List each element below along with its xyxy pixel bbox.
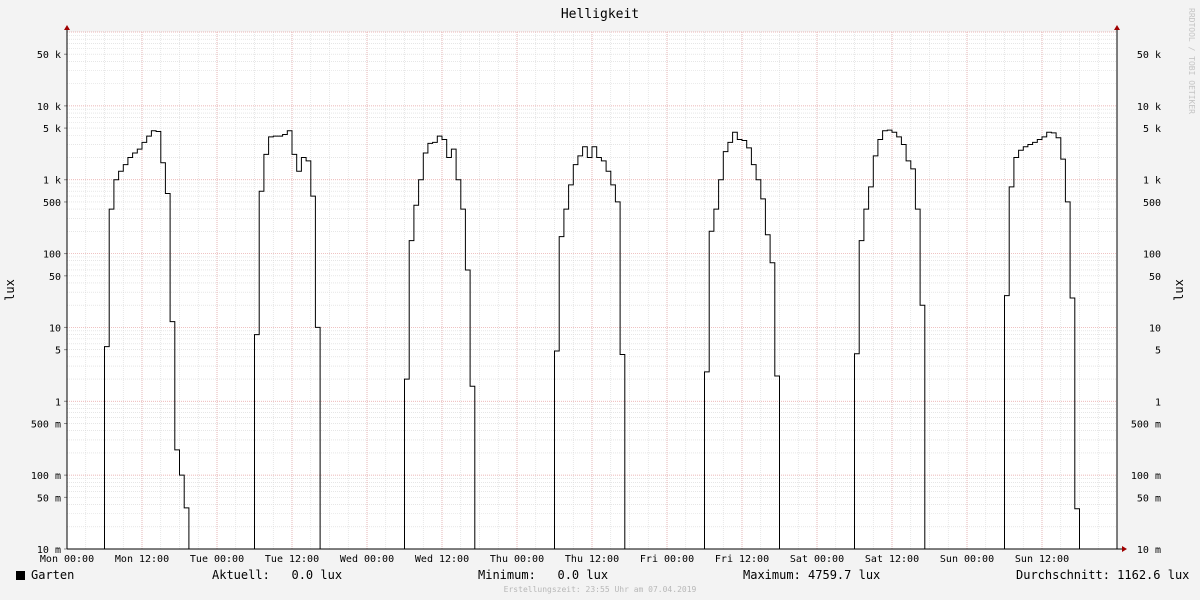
y-tick-label-left: 100 [43,250,61,261]
y-tick-label-left: 50 [49,272,61,283]
y-tick-label-left: 10 [49,323,61,334]
x-tick-label: Sat 12:00 [865,554,919,565]
y-axis-label-left: lux [3,279,17,301]
y-tick-label-right: 1 k [1143,176,1161,187]
y-tick-label-left: 1 k [43,176,61,187]
y-tick-label-left: 100 m [31,471,61,482]
x-tick-label: Wed 00:00 [340,554,394,565]
stat-value: 1162.6 lux [1117,568,1190,582]
x-tick-label: Mon 12:00 [115,554,169,565]
grid-layer [66,31,1118,550]
x-tick-label: Sun 12:00 [1015,554,1069,565]
y-tick-label-right: 5 [1155,346,1161,357]
x-tick-label: Tue 00:00 [190,554,244,565]
y-tick-label-right: 50 k [1137,50,1161,61]
y-tick-label-left: 500 m [31,420,61,431]
legend-series-name: Garten [31,568,75,582]
x-tick-label: Fri 12:00 [715,554,769,565]
x-axis-arrow [1122,546,1127,552]
y-tick-label-right: 10 k [1137,102,1161,113]
x-tick-label: Wed 12:00 [415,554,469,565]
y-tick-label-right: 500 [1143,198,1161,209]
y-tick-label-left: 1 [55,397,61,408]
y-tick-label-left: 50 m [37,493,61,504]
legend-stat-minimum: Minimum: 0.0 lux [478,568,608,584]
legend-stat-current: Aktuell: 0.0 lux [212,568,342,584]
y-tick-label-right: 50 [1149,272,1161,283]
y-tick-label-right: 50 m [1137,493,1161,504]
x-tick-label: Fri 00:00 [640,554,694,565]
stat-label: Durchschnitt: [1016,568,1110,582]
x-tick-label: Sat 00:00 [790,554,844,565]
x-tick-label: Tue 12:00 [265,554,319,565]
creation-timestamp: Erstellungszeit: 23:55 Uhr am 07.04.2019 [503,585,697,594]
y-tick-label-right: 100 [1143,250,1161,261]
legend-swatch [16,571,25,580]
y-tick-label-left: 5 [55,346,61,357]
stat-label: Maximum: [743,568,801,582]
y-tick-label-right: 10 [1149,323,1161,334]
y-axis-arrow-right [1114,25,1120,30]
chart-frame: Helligkeit lux lux 50 k 50 k 10 k 10 k 5 k 5 … [0,0,1200,600]
y-tick-label-right: 100 m [1131,471,1161,482]
stat-value: 0.0 lux [291,568,343,582]
y-tick-label-left: 50 k [37,50,61,61]
y-tick-label-left: 10 k [37,102,61,113]
x-tick-label: Thu 12:00 [565,554,619,565]
stat-value: 0.0 lux [557,568,609,582]
y-tick-label-right: 500 m [1131,420,1161,431]
y-tick-label-right: 5 k [1143,124,1161,135]
x-tick-label: Sun 00:00 [940,554,994,565]
x-tick-label: Thu 00:00 [490,554,544,565]
stat-value: 4759.7 lux [808,568,881,582]
x-tick-label: Mon 00:00 [40,554,94,565]
y-axis-label-right: lux [1172,279,1186,301]
stat-label: Aktuell: [212,568,270,582]
y-tick-label-right: 1 [1155,397,1161,408]
legend-item: Garten [16,568,74,584]
chart-svg: Helligkeit lux lux 50 k 50 k 10 k 10 k 5 k 5 … [3,7,1186,565]
y-tick-label-left: 5 k [43,124,61,135]
chart-title: Helligkeit [561,7,639,22]
y-axis-arrow-left [64,25,70,30]
legend-stat-average: Durchschnitt: 1162.6 lux [1016,568,1189,584]
y-tick-label-left: 500 [43,198,61,209]
stat-label: Minimum: [478,568,536,582]
y-tick-label-right: 10 m [1137,545,1161,556]
watermark: RRDTOOL / TOBI OETIKER [1187,8,1196,114]
legend-stat-maximum: Maximum: 4759.7 lux [743,568,880,584]
